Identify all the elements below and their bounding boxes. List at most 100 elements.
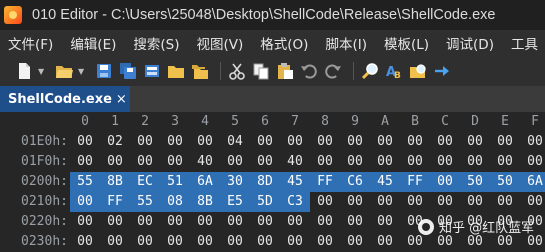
save-icon[interactable]: [94, 61, 114, 81]
hex-byte-cell[interactable]: 00: [430, 132, 460, 152]
replace-icon[interactable]: AB: [384, 61, 404, 81]
menu-debug[interactable]: 调试(D): [446, 33, 494, 53]
hex-byte-cell[interactable]: 00: [430, 172, 460, 192]
hex-byte-cell[interactable]: 00: [490, 192, 520, 212]
hex-byte-cell[interactable]: 00: [280, 132, 310, 152]
folder-icon[interactable]: [166, 61, 186, 81]
hex-byte-cell[interactable]: 30: [220, 172, 250, 192]
hex-byte-cell[interactable]: 00: [520, 132, 545, 152]
hex-byte-cell[interactable]: 00: [250, 132, 280, 152]
hex-byte-cell[interactable]: 00: [70, 212, 100, 232]
hex-byte-cell[interactable]: 00: [310, 152, 340, 172]
hex-byte-cell[interactable]: 8D: [250, 172, 280, 192]
hex-byte-cell[interactable]: 00: [400, 152, 430, 172]
hex-byte-cell[interactable]: 00: [520, 192, 545, 212]
hex-byte-cell[interactable]: 50: [490, 172, 520, 192]
menu-templates[interactable]: 模板(L): [384, 33, 429, 53]
hex-byte-cell[interactable]: 00: [430, 152, 460, 172]
hex-byte-cell[interactable]: C3: [280, 192, 310, 212]
redo-icon[interactable]: [323, 61, 343, 81]
new-file-dropdown-icon[interactable]: ▼: [38, 67, 46, 76]
hex-byte-cell[interactable]: 00: [370, 232, 400, 252]
hex-byte-cell[interactable]: 00: [310, 212, 340, 232]
hex-byte-cell[interactable]: 00: [70, 132, 100, 152]
paste-icon[interactable]: [275, 61, 295, 81]
hex-byte-cell[interactable]: EC: [130, 172, 160, 192]
hex-byte-cell[interactable]: 00: [370, 212, 400, 232]
hex-byte-cell[interactable]: 00: [70, 232, 100, 252]
hex-byte-cell[interactable]: 51: [160, 172, 190, 192]
hex-byte-cell[interactable]: 00: [460, 192, 490, 212]
hex-byte-cell[interactable]: 00: [130, 212, 160, 232]
hex-byte-cell[interactable]: 00: [310, 132, 340, 152]
hex-byte-cell[interactable]: 00: [250, 212, 280, 232]
hex-byte-cell[interactable]: 00: [340, 132, 370, 152]
hex-byte-cell[interactable]: 00: [220, 232, 250, 252]
hex-byte-cell[interactable]: 00: [160, 152, 190, 172]
hex-byte-cell[interactable]: 04: [220, 132, 250, 152]
hex-byte-cell[interactable]: 8B: [190, 192, 220, 212]
hex-byte-cell[interactable]: 00: [340, 232, 370, 252]
hex-byte-cell[interactable]: 00: [280, 212, 310, 232]
hex-byte-cell[interactable]: 00: [520, 152, 545, 172]
hex-byte-cell[interactable]: 00: [340, 192, 370, 212]
undo-icon[interactable]: [299, 61, 319, 81]
folder-stack-icon[interactable]: [190, 61, 210, 81]
hex-byte-cell[interactable]: 6A: [190, 172, 220, 192]
hex-byte-cell[interactable]: 02: [100, 132, 130, 152]
hex-byte-cell[interactable]: 00: [100, 212, 130, 232]
menu-file[interactable]: 文件(F): [8, 33, 53, 53]
hex-byte-cell[interactable]: 00: [130, 232, 160, 252]
hex-byte-cell[interactable]: 8B: [100, 172, 130, 192]
goto-icon[interactable]: [432, 61, 452, 81]
hex-byte-cell[interactable]: FF: [310, 172, 340, 192]
hex-byte-cell[interactable]: 00: [400, 132, 430, 152]
tab-shellcode-exe[interactable]: ShellCode.exe ×: [0, 86, 130, 112]
hex-byte-cell[interactable]: 00: [130, 152, 160, 172]
hex-byte-cell[interactable]: 00: [370, 132, 400, 152]
hex-byte-cell[interactable]: 45: [370, 172, 400, 192]
menu-scripts[interactable]: 脚本(I): [325, 33, 367, 53]
cut-icon[interactable]: [227, 61, 247, 81]
menu-tools[interactable]: 工具: [511, 33, 538, 53]
hex-byte-cell[interactable]: 40: [280, 152, 310, 172]
menu-edit[interactable]: 编辑(E): [70, 33, 116, 53]
hex-byte-cell[interactable]: 5D: [250, 192, 280, 212]
hex-byte-cell[interactable]: 45: [280, 172, 310, 192]
hex-byte-cell[interactable]: 00: [190, 232, 220, 252]
hex-byte-cell[interactable]: 00: [370, 152, 400, 172]
hex-byte-cell[interactable]: 40: [190, 152, 220, 172]
copy-icon[interactable]: [251, 61, 271, 81]
hex-byte-cell[interactable]: 00: [310, 192, 340, 212]
hex-byte-cell[interactable]: 00: [160, 232, 190, 252]
hex-byte-cell[interactable]: E5: [220, 192, 250, 212]
hex-byte-cell[interactable]: 00: [460, 132, 490, 152]
menu-format[interactable]: 格式(O): [260, 33, 308, 53]
close-icon[interactable]: ×: [116, 92, 127, 107]
new-file-icon[interactable]: [14, 61, 34, 81]
hex-byte-cell[interactable]: C6: [340, 172, 370, 192]
hex-byte-cell[interactable]: 00: [490, 132, 520, 152]
hex-byte-cell[interactable]: 00: [130, 132, 160, 152]
hex-byte-cell[interactable]: 00: [400, 192, 430, 212]
menu-search[interactable]: 搜索(S): [133, 33, 179, 53]
hex-byte-cell[interactable]: 55: [70, 172, 100, 192]
hex-byte-cell[interactable]: 00: [460, 152, 490, 172]
hex-byte-cell[interactable]: 00: [220, 212, 250, 232]
hex-byte-cell[interactable]: 08: [160, 192, 190, 212]
hex-byte-cell[interactable]: 00: [190, 212, 220, 232]
hex-byte-cell[interactable]: 00: [100, 232, 130, 252]
save-all-icon[interactable]: [118, 61, 138, 81]
hex-byte-cell[interactable]: 50: [460, 172, 490, 192]
find-icon[interactable]: [360, 61, 380, 81]
hex-byte-cell[interactable]: 00: [340, 152, 370, 172]
hex-byte-cell[interactable]: 00: [190, 132, 220, 152]
find-in-files-icon[interactable]: [408, 61, 428, 81]
hex-byte-cell[interactable]: FF: [100, 192, 130, 212]
open-workspace-icon[interactable]: [142, 61, 162, 81]
hex-byte-cell[interactable]: 00: [430, 192, 460, 212]
hex-byte-cell[interactable]: 00: [250, 152, 280, 172]
hex-byte-cell[interactable]: 6A: [520, 172, 545, 192]
hex-byte-cell[interactable]: 55: [130, 192, 160, 212]
hex-byte-cell[interactable]: 00: [370, 192, 400, 212]
